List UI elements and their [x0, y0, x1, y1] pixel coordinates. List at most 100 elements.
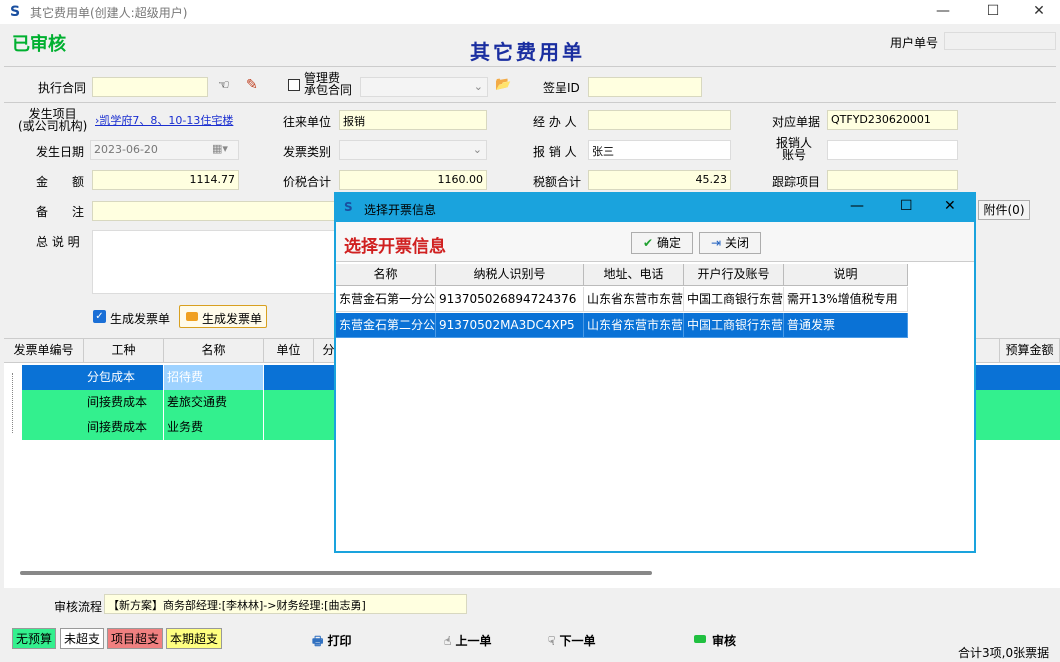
- grid-cell: 间接费成本: [84, 415, 164, 440]
- dialog-col-header[interactable]: 地址、电话: [584, 264, 684, 286]
- item-link[interactable]: ›凯学府7、8、10-13住宅楼: [92, 110, 238, 130]
- mgmt-checkbox[interactable]: [288, 79, 300, 91]
- contract-field[interactable]: [92, 77, 208, 97]
- check-icon: ✔: [643, 236, 654, 250]
- calendar-icon[interactable]: ▦▾: [212, 142, 228, 155]
- dialog-ok-button[interactable]: ✔ 确定: [631, 232, 693, 254]
- col-header[interactable]: 单位: [264, 339, 314, 363]
- invoice-type-select[interactable]: ⌄: [339, 140, 487, 160]
- dialog-cell: 东营金石第一分公: [336, 287, 436, 312]
- gen-invoice-button-label: 生成发票单: [202, 312, 263, 326]
- legend-project-over: 项目超支: [107, 628, 164, 649]
- dialog-cell: 中国工商银行东营: [684, 313, 784, 338]
- partner-label: 往来单位: [283, 115, 332, 129]
- horizontal-scrollbar[interactable]: [20, 571, 652, 575]
- flow-label: 审核流程: [54, 600, 103, 614]
- dialog-maximize-button[interactable]: ☐: [900, 198, 913, 214]
- partner-field[interactable]: 报销: [339, 110, 487, 130]
- legend-no-budget: 无预算: [12, 628, 57, 649]
- reimburser-field[interactable]: 张三: [588, 140, 731, 160]
- dialog-col-header[interactable]: 纳税人识别号: [436, 264, 584, 286]
- dialog-heading: 选择开票信息: [344, 237, 446, 257]
- ref-label: 对应单据: [772, 115, 821, 129]
- dialog-title-bar: S 选择开票信息 — ☐ ✕: [336, 194, 974, 222]
- col-header[interactable]: 发票单编号: [4, 339, 84, 363]
- count-text: 合计3项,0张票据: [958, 646, 1050, 660]
- gen-invoice-checkbox-label: 生成发票单: [110, 312, 171, 326]
- acct-field[interactable]: [827, 140, 958, 160]
- dialog-cell: 中国工商银行东营: [684, 287, 784, 312]
- user-no-field[interactable]: [944, 32, 1056, 50]
- invoice-dialog: S 选择开票信息 — ☐ ✕ 选择开票信息 ✔ 确定 ⇥ 关闭 名称 纳税人识别…: [334, 192, 976, 553]
- dialog-cell: 山东省东营市东营: [584, 313, 684, 338]
- invoice-icon: [186, 312, 198, 321]
- amount-label: 金 额: [36, 175, 85, 189]
- tax-label: 税额合计: [533, 175, 582, 189]
- date-label: 发生日期: [36, 145, 85, 159]
- dialog-col-header[interactable]: 说明: [784, 264, 908, 286]
- ref-field[interactable]: QTFYD230620001: [827, 110, 958, 130]
- approve-icon: [694, 635, 706, 643]
- total-label: 价税合计: [283, 175, 332, 189]
- legend-period-over: 本期超支: [166, 628, 223, 649]
- track-field[interactable]: [827, 170, 958, 190]
- grid-cell: 招待费: [164, 365, 264, 390]
- item-label: 发生项目 (或公司机构): [18, 107, 88, 133]
- dialog-cell: 913705026894724376: [436, 287, 584, 312]
- legend-not-over: 未超支: [60, 628, 105, 649]
- mgmt-contract-select[interactable]: ⌄: [360, 77, 488, 97]
- attachment-button[interactable]: 附件(0): [978, 200, 1030, 220]
- brush-icon[interactable]: ✎: [246, 77, 258, 93]
- amount-field[interactable]: 1114.77: [92, 170, 239, 190]
- app-logo-icon: S: [10, 4, 21, 20]
- col-header[interactable]: 工种: [84, 339, 164, 363]
- grid-cell: 分包成本: [84, 365, 164, 390]
- handler-field[interactable]: [588, 110, 731, 130]
- gen-invoice-button[interactable]: 生成发票单: [179, 305, 267, 328]
- gen-invoice-checkbox[interactable]: ✓: [93, 310, 106, 323]
- close-button[interactable]: ✕: [1016, 0, 1060, 24]
- prev-button[interactable]: ☝ 上一单: [444, 632, 492, 649]
- approve-button[interactable]: 审核: [694, 632, 736, 649]
- app-logo-icon: S: [344, 200, 353, 214]
- dialog-cell: 91370502MA3DC4XP5: [436, 313, 584, 338]
- flow-value: 【新方案】商务部经理:[李林林]->财务经理:[曲志勇]: [104, 594, 467, 614]
- exit-icon: ⇥: [711, 236, 722, 250]
- remark-field[interactable]: [92, 201, 336, 221]
- mgmt-label: 管理费 承包合同: [304, 71, 353, 97]
- dialog-cell: 需开13%增值税专用: [784, 287, 908, 312]
- window-title: 其它费用单(创建人:超级用户): [30, 6, 188, 20]
- dialog-col-header[interactable]: 开户行及账号: [684, 264, 784, 286]
- dialog-cell: 山东省东营市东营: [584, 287, 684, 312]
- table-row[interactable]: 东营金石第一分公 913705026894724376 山东省东营市东营 中国工…: [336, 287, 908, 312]
- status-stamp: 已审核: [12, 34, 66, 55]
- pointer-icon[interactable]: ☜: [218, 78, 230, 93]
- folder-icon[interactable]: 📂: [495, 77, 511, 92]
- next-button[interactable]: ☟ 下一单: [548, 632, 596, 649]
- dialog-close-button[interactable]: ✕: [944, 198, 956, 214]
- col-header[interactable]: 预算金额: [1000, 339, 1060, 363]
- contract-label: 执行合同: [38, 81, 87, 95]
- hand-down-icon: ☟: [548, 634, 556, 648]
- grid-cell: 间接费成本: [84, 390, 164, 415]
- title-bar: S 其它费用单(创建人:超级用户) — ☐ ✕: [0, 0, 1060, 24]
- dialog-cell: 东营金石第二分公: [336, 313, 436, 338]
- remark-label: 备 注: [36, 205, 85, 219]
- dialog-close-btn[interactable]: ⇥ 关闭: [699, 232, 761, 254]
- dialog-col-header[interactable]: 名称: [336, 264, 436, 286]
- invoice-type-label: 发票类别: [283, 145, 332, 159]
- sign-id-field[interactable]: [588, 77, 702, 97]
- summary-textarea[interactable]: [92, 230, 336, 294]
- printer-icon: 🖶: [312, 634, 324, 648]
- minimize-button[interactable]: —: [920, 0, 966, 24]
- dialog-title: 选择开票信息: [364, 203, 437, 217]
- col-header[interactable]: 名称: [164, 339, 264, 363]
- print-button[interactable]: 🖶 打印: [312, 632, 352, 653]
- grid-cell: 差旅交通费: [164, 390, 264, 415]
- table-row-selected[interactable]: 东营金石第二分公 91370502MA3DC4XP5 山东省东营市东营 中国工商…: [336, 313, 908, 338]
- tax-field[interactable]: 45.23: [588, 170, 731, 190]
- total-field[interactable]: 1160.00: [339, 170, 487, 190]
- maximize-button[interactable]: ☐: [970, 0, 1016, 24]
- dialog-minimize-button[interactable]: —: [850, 198, 864, 214]
- dialog-cell: 普通发票: [784, 313, 908, 338]
